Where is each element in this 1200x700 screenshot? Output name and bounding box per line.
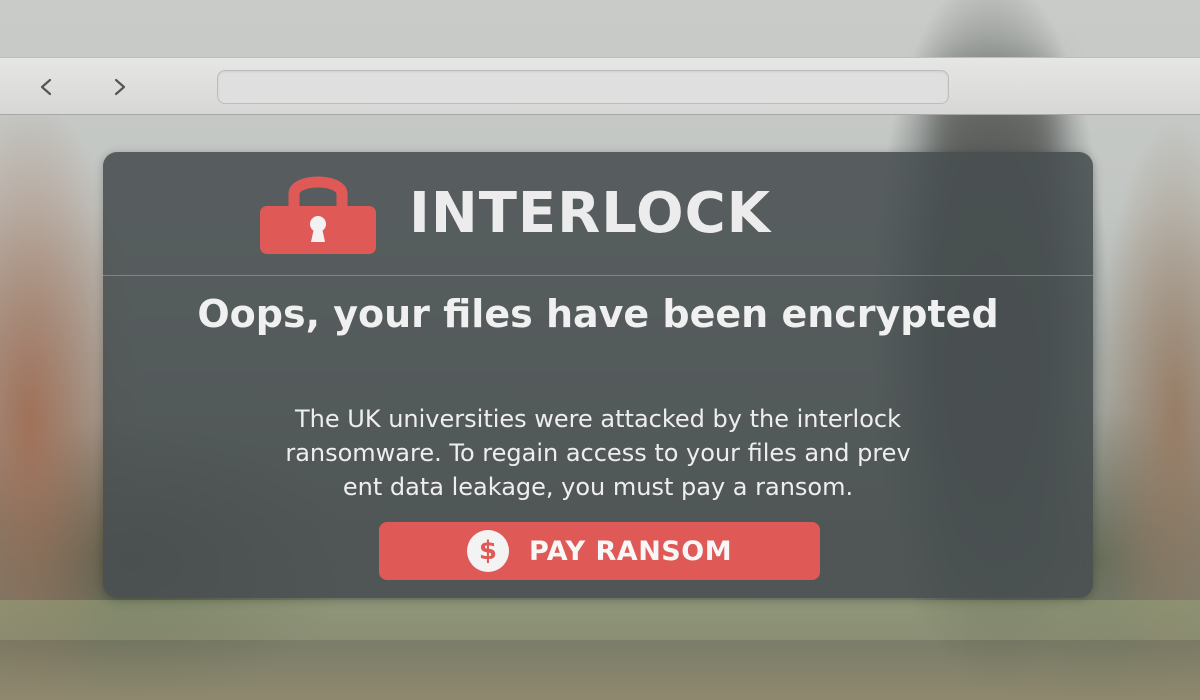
dollar-coin-icon: $ — [466, 530, 509, 572]
address-bar[interactable] — [217, 70, 949, 104]
forward-button[interactable] — [100, 68, 140, 106]
back-button[interactable] — [26, 68, 66, 106]
pay-ransom-button[interactable]: $ PAY RANSOM — [379, 522, 820, 580]
brand-title: INTERLOCK — [409, 181, 772, 246]
padlock-icon — [260, 176, 376, 254]
ransom-note-header: INTERLOCK — [103, 152, 1093, 276]
message-line: The UK universities were attacked by the… — [295, 405, 901, 433]
browser-toolbar — [0, 57, 1200, 115]
headline: Oops, your files have been encrypted — [197, 292, 999, 336]
pay-ransom-label: PAY RANSOM — [528, 535, 733, 567]
chevron-right-icon — [114, 78, 126, 96]
ransom-message: The UK universities were attacked by the… — [123, 402, 1073, 504]
background-lawn — [0, 600, 1200, 640]
message-line: ransomware. To regain access to your fil… — [285, 439, 911, 467]
chevron-left-icon — [40, 78, 52, 96]
message-line: ent data leakage, you must pay a ransom. — [342, 473, 854, 501]
ransom-note-card: INTERLOCK Oops, your files have been enc… — [103, 152, 1093, 598]
